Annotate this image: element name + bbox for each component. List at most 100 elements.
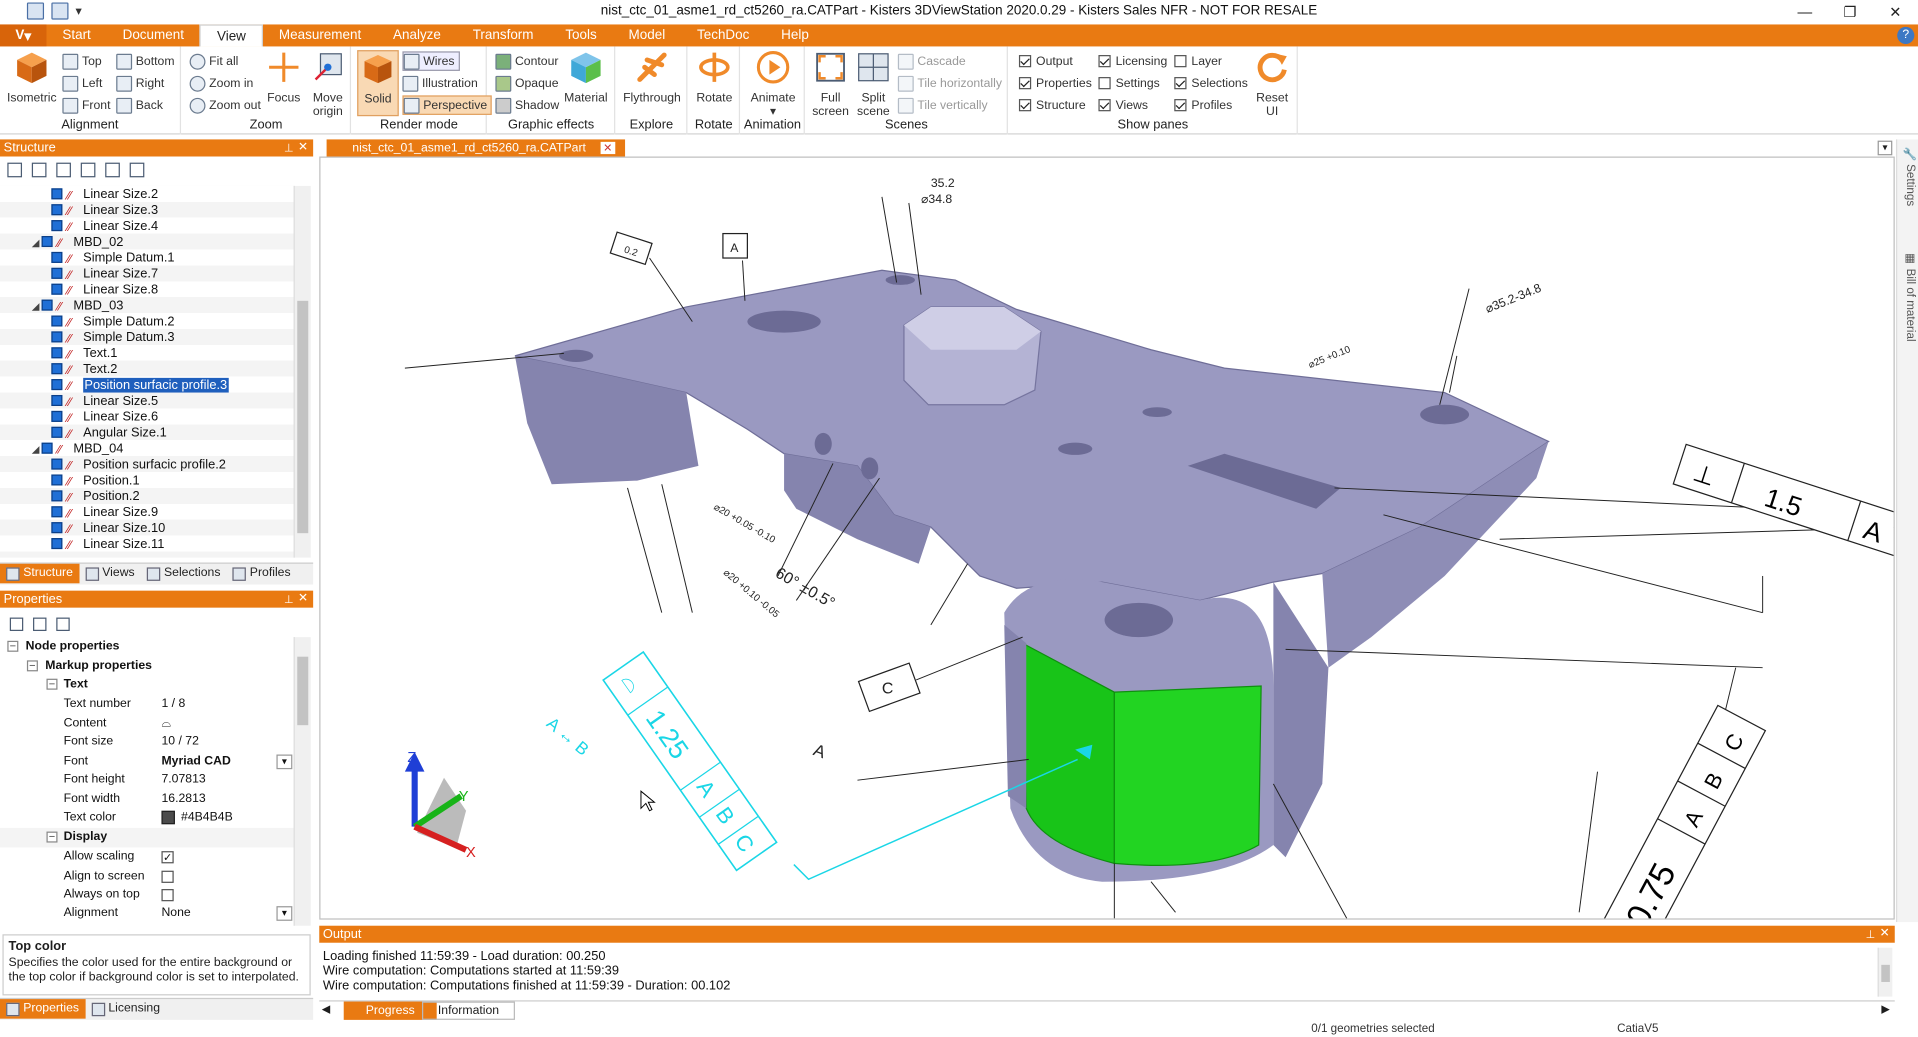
visibility-checkbox-icon[interactable]	[51, 347, 63, 359]
checkbox-unchecked-icon[interactable]	[161, 889, 174, 902]
material-button[interactable]: Material	[561, 50, 610, 105]
tree-item[interactable]: ⁄⁄ Text.1	[51, 346, 117, 362]
output-scrollbar[interactable]	[1877, 947, 1893, 997]
opaque-button[interactable]: Opaque	[495, 73, 559, 93]
prop-row-checkbox[interactable]: Allow scaling ✓	[0, 847, 294, 866]
illustration-button[interactable]: Illustration	[402, 73, 478, 93]
tab-profiles[interactable]: Profiles	[227, 564, 297, 584]
3d-scene[interactable]: 35.2 ⌀34.8 A 0.2 ⌀35.2-34.8 ⌀25 +0.10 60…	[320, 158, 1894, 920]
expand-icon[interactable]	[56, 162, 71, 178]
categorized-icon[interactable]	[9, 617, 24, 632]
prop-row-checkbox[interactable]: Align to screen	[0, 866, 294, 885]
menu-model[interactable]: Model	[613, 24, 681, 46]
tab-selections[interactable]: Selections	[141, 564, 227, 584]
isometric-button[interactable]: Isometric	[6, 50, 57, 105]
tab-views[interactable]: Views	[79, 564, 141, 584]
visibility-checkbox-icon[interactable]	[51, 394, 63, 406]
close-button[interactable]: ✕	[1873, 0, 1918, 24]
scroll-left-icon[interactable]: ◀	[322, 1003, 330, 1016]
visibility-checkbox-icon[interactable]	[51, 474, 63, 486]
tile-vertically-button[interactable]: Tile vertically	[897, 95, 988, 115]
fcf-perpendicularity[interactable]: ⊥ 1.5 A	[1672, 443, 1894, 561]
pane-layer-checkbox[interactable]: Layer	[1174, 51, 1222, 71]
collapse-icon[interactable]	[80, 162, 96, 178]
visibility-checkbox-icon[interactable]	[51, 522, 63, 534]
tree-item[interactable]: ⁄⁄ Linear Size.6	[51, 410, 158, 426]
prop-row-checkbox[interactable]: Always on top	[0, 885, 294, 904]
menu-tools[interactable]: Tools	[549, 24, 612, 46]
visibility-checkbox-icon[interactable]	[51, 331, 63, 343]
minimize-button[interactable]: —	[1782, 0, 1827, 24]
solid-button[interactable]: Solid	[357, 50, 399, 117]
tree-item[interactable]: ⁄⁄ Text.2	[51, 362, 117, 378]
tree-item[interactable]: ⁄⁄ Linear Size.11	[51, 537, 164, 553]
view-left-button[interactable]: Left	[62, 73, 102, 93]
wires-button[interactable]: Wires	[402, 51, 460, 71]
reset-ui-button[interactable]: Reset UI	[1251, 50, 1293, 119]
tree-item[interactable]: ◢ ⁄⁄ MBD_02	[32, 235, 124, 251]
split-scene-button[interactable]: Split scene	[853, 50, 895, 119]
collapse-all-icon[interactable]	[31, 162, 47, 178]
collapse-icon[interactable]: −	[46, 678, 58, 690]
filter-icon[interactable]	[56, 617, 70, 632]
tree-item[interactable]: ◢ ⁄⁄ MBD_03	[32, 298, 124, 314]
tree-item[interactable]: ⁄⁄ Simple Datum.2	[51, 314, 175, 330]
shadow-button[interactable]: Shadow	[495, 95, 559, 115]
visibility-checkbox-icon[interactable]	[51, 204, 63, 216]
tree-item[interactable]: ⁄⁄ Linear Size.7	[51, 267, 158, 283]
menu-document[interactable]: Document	[107, 24, 200, 46]
tree-item[interactable]: ⁄⁄ Angular Size.1	[51, 426, 167, 442]
menu-transform[interactable]: Transform	[457, 24, 550, 46]
visibility-checkbox-icon[interactable]	[51, 538, 63, 550]
expand-arrow-icon[interactable]: ◢	[32, 441, 42, 457]
visibility-checkbox-icon[interactable]	[51, 315, 63, 327]
tree-item[interactable]: ◢ ⁄⁄ MBD_04	[32, 441, 124, 457]
visibility-checkbox-icon[interactable]	[51, 490, 63, 502]
collapse-icon[interactable]: −	[7, 640, 19, 652]
visibility-checkbox-icon[interactable]	[51, 426, 63, 438]
sort-icon[interactable]	[33, 617, 47, 632]
pin-icon[interactable]: ⊥	[284, 139, 294, 156]
display-group-header[interactable]: − Display	[0, 827, 294, 847]
pane-views-checkbox[interactable]: Views	[1098, 95, 1148, 115]
tree-item[interactable]: ⁄⁄ Linear Size.9	[51, 505, 158, 521]
side-tab-bill-of-material[interactable]: ▦ Bill of material	[1900, 252, 1916, 342]
help-icon[interactable]: ?	[1897, 26, 1915, 45]
prop-row[interactable]: Content ⌓	[0, 714, 294, 733]
visibility-checkbox-icon[interactable]	[51, 410, 63, 422]
checkbox-checked-icon[interactable]: ✓	[161, 851, 174, 864]
close-icon[interactable]: ✕	[1880, 926, 1890, 943]
prop-row[interactable]: ▾ Font Myriad CAD	[0, 751, 294, 770]
visibility-checkbox-icon[interactable]	[41, 236, 53, 248]
cad-part[interactable]	[514, 269, 1550, 882]
view-right-button[interactable]: Right	[116, 73, 164, 93]
tree-item[interactable]: ⁄⁄ Position surfacic profile.2	[51, 457, 226, 473]
tree-options-icon[interactable]	[129, 162, 145, 178]
app-menu-button[interactable]: V ▾	[0, 24, 47, 47]
visibility-checkbox-icon[interactable]	[51, 220, 63, 232]
expand-level-icon[interactable]	[105, 162, 120, 178]
checkbox-unchecked-icon[interactable]	[161, 870, 174, 883]
3d-viewport[interactable]: 35.2 ⌀34.8 A 0.2 ⌀35.2-34.8 ⌀25 +0.10 60…	[319, 156, 1895, 920]
menu-help[interactable]: Help	[765, 24, 824, 46]
focus-button[interactable]: Focus	[265, 50, 302, 105]
menu-techdoc[interactable]: TechDoc	[681, 24, 765, 46]
visibility-checkbox-icon[interactable]	[41, 442, 53, 454]
markup-properties-header[interactable]: − Markup properties	[0, 657, 294, 676]
view-front-button[interactable]: Front	[62, 95, 111, 115]
collapse-icon[interactable]: −	[46, 831, 58, 843]
color-swatch[interactable]	[161, 810, 175, 825]
visibility-checkbox-icon[interactable]	[51, 379, 63, 391]
fcf-profile-big[interactable]: 0.75 A B C	[1602, 704, 1767, 919]
prop-row[interactable]: Font size 10 / 72	[0, 733, 294, 752]
text-group-header[interactable]: − Text	[0, 675, 294, 694]
prop-row-alignment[interactable]: Alignment None ▾	[0, 904, 294, 923]
pane-settings-checkbox[interactable]: Settings	[1098, 73, 1160, 93]
tree-item[interactable]: ⁄⁄ Linear Size.10	[51, 521, 165, 537]
full-screen-button[interactable]: Full screen	[811, 50, 850, 119]
contour-button[interactable]: Contour	[495, 51, 558, 71]
fit-all-button[interactable]: Fit all	[189, 51, 238, 71]
tab-structure[interactable]: Structure	[0, 563, 79, 584]
cascade-button[interactable]: Cascade	[897, 51, 966, 71]
tree-item[interactable]: ⁄⁄ Linear Size.8	[51, 282, 158, 298]
